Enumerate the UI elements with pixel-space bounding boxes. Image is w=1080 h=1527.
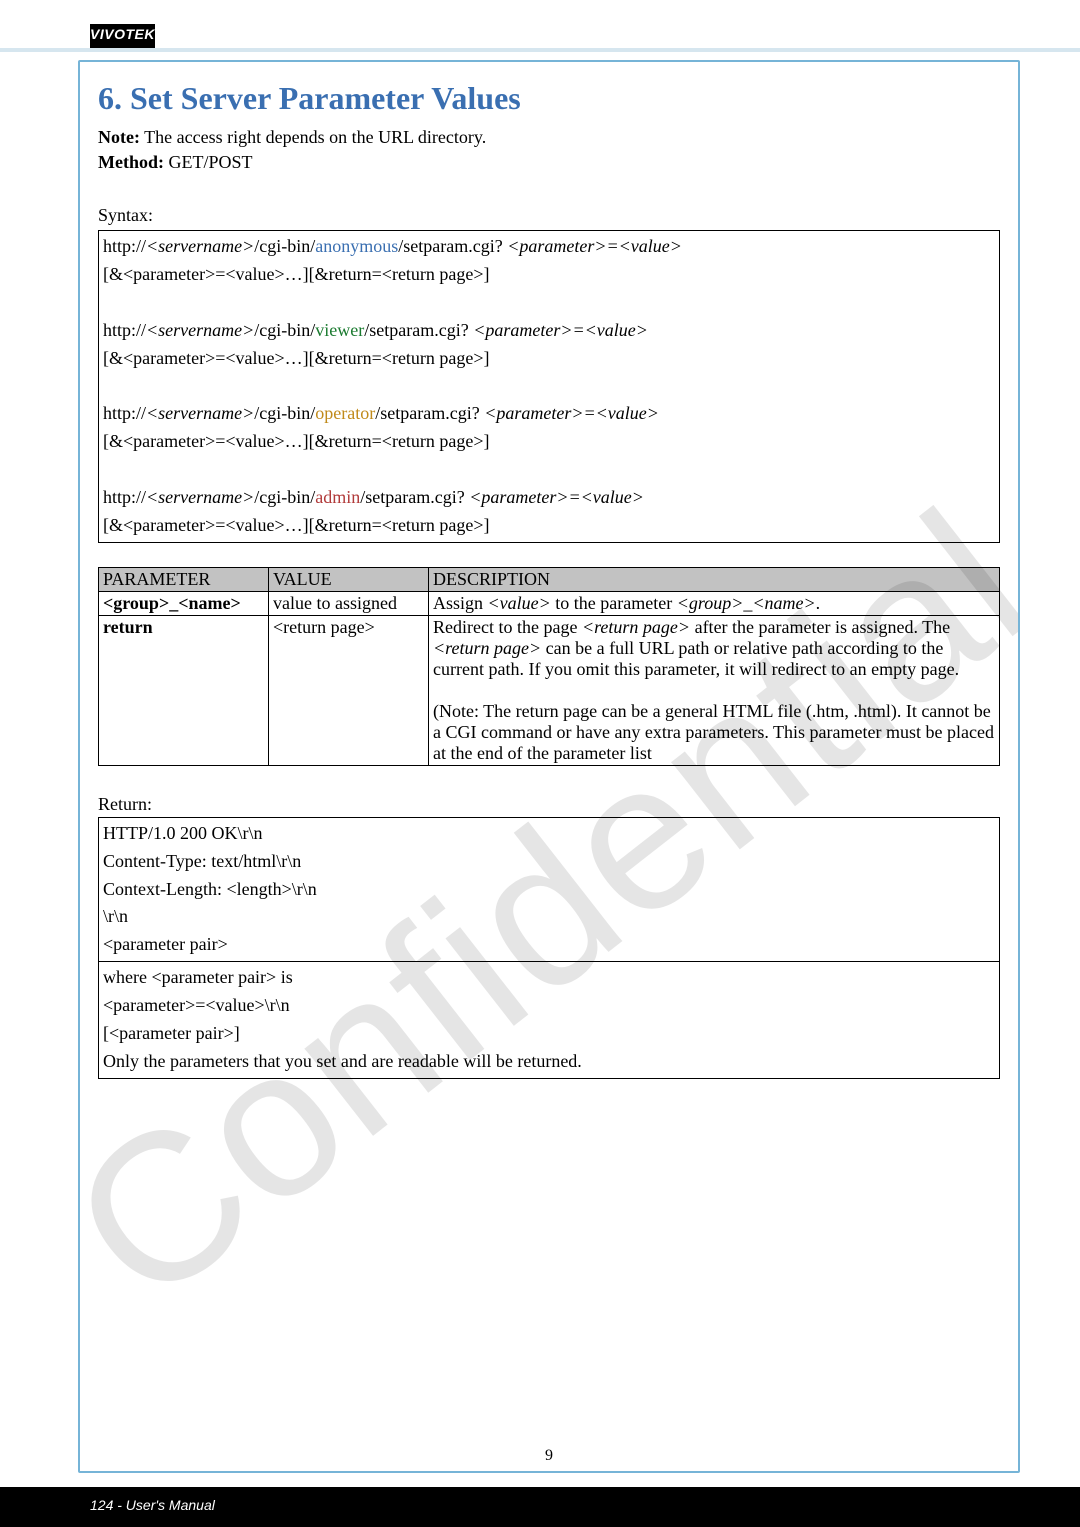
th-description: DESCRIPTION [429,567,1000,591]
return-box-1: HTTP/1.0 200 OK\r\n Content-Type: text/h… [98,817,1000,962]
syntax-admin-line1: http://<servername>/cgi-bin/admin/setpar… [103,484,995,512]
cell-param: return [99,615,269,765]
kv: <parameter>=<value> [507,236,682,256]
return-line: <parameter pair> [103,931,995,959]
t: /cgi-bin/ [254,487,315,507]
method-line: Method: GET/POST [98,152,1000,173]
role-admin: admin [315,487,360,507]
table-row: <group>_<name> value to assigned Assign … [99,591,1000,615]
return-line: HTTP/1.0 200 OK\r\n [103,820,995,848]
t: http:// [103,320,146,340]
syntax-box: http://<servername>/cgi-bin/anonymous/se… [98,230,1000,543]
parameter-table: PARAMETER VALUE DESCRIPTION <group>_<nam… [98,567,1000,766]
inner-page-number: 9 [545,1447,553,1465]
return-line: <parameter>=<value>\r\n [103,992,995,1020]
cell-value: <return page> [269,615,429,765]
page-title: 6. Set Server Parameter Values [98,80,1000,117]
page-footer: 124 - User's Manual [0,1487,1080,1527]
t: to the parameter [551,593,677,613]
syntax-viewer-line2: [&<parameter>=<value>…][&return=<return … [103,345,995,373]
t: . [816,593,821,613]
servername: <servername> [146,487,254,507]
t: /setparam.cgi? [364,320,473,340]
param-name: <group>_<name> [103,593,241,613]
role-operator: operator [315,403,375,423]
return-note: (Note: The return page can be a general … [433,701,994,763]
t: /cgi-bin/ [254,403,315,423]
cell-param: <group>_<name> [99,591,269,615]
role-anonymous: anonymous [315,236,398,256]
return-line: Context-Length: <length>\r\n [103,876,995,904]
method-text: GET/POST [164,152,253,172]
param-name: return [103,617,153,637]
t: /setparam.cgi? [360,487,469,507]
return-line: [<parameter pair>] [103,1020,995,1048]
servername: <servername> [146,320,254,340]
table-row: return <return page> Redirect to the pag… [99,615,1000,765]
th-parameter: PARAMETER [99,567,269,591]
t: Assign [433,593,488,613]
cell-desc: Redirect to the page <return page> after… [429,615,1000,765]
return-line: Content-Type: text/html\r\n [103,848,995,876]
italic-return-page: <return page> [582,617,690,637]
t: /cgi-bin/ [254,320,315,340]
return-line: \r\n [103,903,995,931]
syntax-anon-line1: http://<servername>/cgi-bin/anonymous/se… [103,233,995,261]
servername: <servername> [146,403,254,423]
return-box-2: where <parameter pair> is <parameter>=<v… [98,962,1000,1079]
t: after the parameter is assigned. The [690,617,950,637]
t: http:// [103,487,146,507]
t: /cgi-bin/ [254,236,315,256]
t: Redirect to the page [433,617,582,637]
footer-page-label: 124 - User's Manual [90,1497,215,1513]
content-frame: Confidential 6. Set Server Parameter Val… [78,60,1020,1473]
kv: <parameter>=<value> [484,403,659,423]
return-line: Only the parameters that you set and are… [103,1048,995,1076]
italic-value: <value> [488,593,551,613]
syntax-operator-line1: http://<servername>/cgi-bin/operator/set… [103,400,995,428]
syntax-label: Syntax: [98,205,1000,226]
syntax-viewer-line1: http://<servername>/cgi-bin/viewer/setpa… [103,317,995,345]
cell-desc: Assign <value> to the parameter <group>_… [429,591,1000,615]
t: http:// [103,403,146,423]
note-text: The access right depends on the URL dire… [140,127,486,147]
syntax-admin-line2: [&<parameter>=<value>…][&return=<return … [103,512,995,540]
italic-return-page: <return page> [433,638,541,658]
role-viewer: viewer [315,320,364,340]
th-value: VALUE [269,567,429,591]
note-line: Note: The access right depends on the UR… [98,127,1000,148]
table-header-row: PARAMETER VALUE DESCRIPTION [99,567,1000,591]
t: http:// [103,236,146,256]
cell-value: value to assigned [269,591,429,615]
return-line: where <parameter pair> is [103,964,995,992]
t: /setparam.cgi? [375,403,484,423]
return-label: Return: [98,794,1000,815]
method-label: Method: [98,152,164,172]
syntax-operator-line2: [&<parameter>=<value>…][&return=<return … [103,428,995,456]
note-label: Note: [98,127,140,147]
kv: <parameter>=<value> [473,320,648,340]
kv: <parameter>=<value> [469,487,644,507]
t: /setparam.cgi? [398,236,507,256]
servername: <servername> [146,236,254,256]
brand-label: VIVOTEK [90,24,155,48]
italic-group-name: <group>_<name> [677,593,816,613]
syntax-anon-line2: [&<parameter>=<value>…][&return=<return … [103,261,995,289]
